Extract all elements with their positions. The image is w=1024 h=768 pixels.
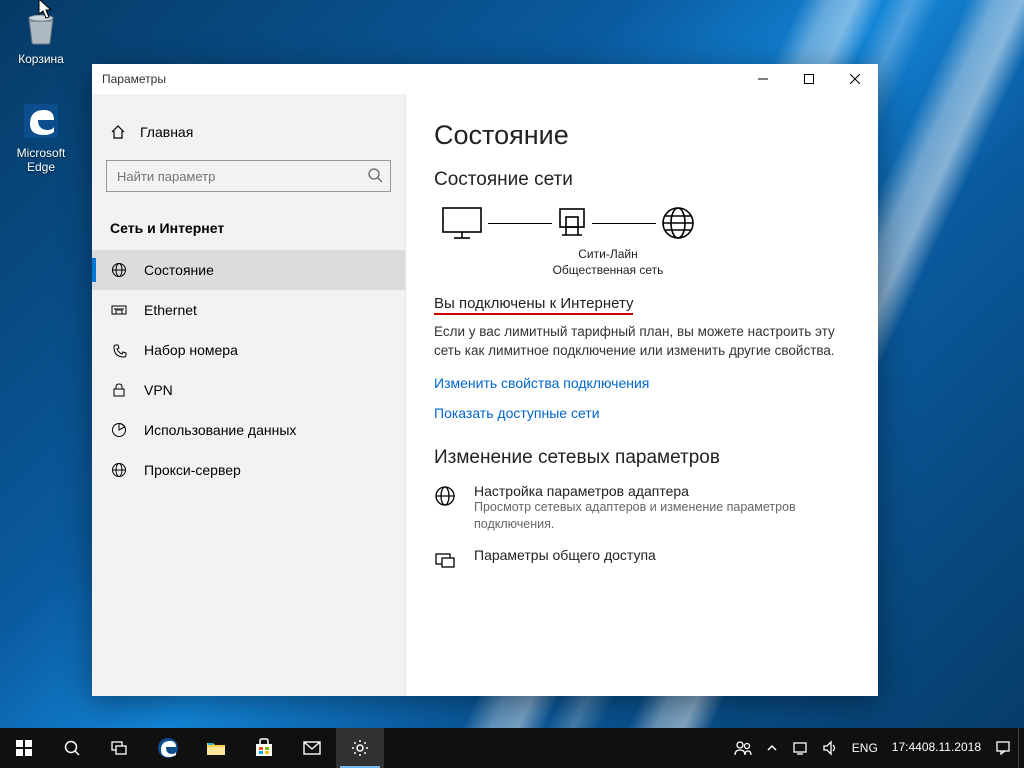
nav-item-proxy[interactable]: Прокси-сервер [92,450,405,490]
nav-label: Состояние [144,262,214,278]
tray-network-icon[interactable] [785,728,815,768]
edge-icon [20,100,62,142]
network-name: Сити-Лайн [548,247,668,261]
option-adapter-settings[interactable]: Настройка параметров адаптера Просмотр с… [434,483,850,533]
nav-label: Использование данных [144,422,296,438]
data-usage-icon [110,422,128,438]
globe-icon [110,262,128,278]
adapter-icon [434,483,460,533]
vpn-icon [110,382,128,398]
content-area: Состояние Состояние сети Сити-Лайн Общес… [406,94,878,696]
network-type: Общественная сеть [548,263,668,277]
task-view-button[interactable] [96,728,144,768]
nav-label: Прокси-сервер [144,462,241,478]
pc-icon [440,205,484,241]
taskbar-mail[interactable] [288,728,336,768]
proxy-icon [110,462,128,478]
taskbar-settings[interactable] [336,728,384,768]
cursor-icon [38,0,54,20]
minimize-button[interactable] [740,64,786,94]
close-button[interactable] [832,64,878,94]
network-diagram [440,205,794,241]
system-tray: ENG 17:44 08.11.2018 [727,728,1024,768]
nav-label: Набор номера [144,342,238,358]
taskbar: ENG 17:44 08.11.2018 [0,728,1024,768]
option-title: Параметры общего доступа [474,547,656,563]
taskbar-explorer[interactable] [192,728,240,768]
start-button[interactable] [0,728,48,768]
home-label: Главная [140,124,193,140]
clock-time: 17:44 [892,741,922,755]
nav-item-dialup[interactable]: Набор номера [92,330,405,370]
nav-item-status[interactable]: Состояние [92,250,405,290]
page-title: Состояние [434,120,850,151]
home-button[interactable]: Главная [92,114,405,150]
titlebar[interactable]: Параметры [92,64,878,94]
tray-people[interactable] [727,728,759,768]
option-sharing[interactable]: Параметры общего доступа [434,547,850,571]
sharing-icon [434,547,460,571]
tray-language[interactable]: ENG [845,728,885,768]
window-title: Параметры [102,72,166,86]
link-show-networks[interactable]: Показать доступные сети [434,405,850,421]
link-change-properties[interactable]: Изменить свойства подключения [434,375,850,391]
ethernet-icon [110,302,128,318]
show-desktop-button[interactable] [1018,728,1024,768]
nav-item-data-usage[interactable]: Использование данных [92,410,405,450]
connection-description: Если у вас лимитный тарифный план, вы мо… [434,323,850,361]
search-icon [367,167,383,183]
option-title: Настройка параметров адаптера [474,483,814,499]
taskbar-store[interactable] [240,728,288,768]
router-icon [556,205,588,241]
tray-chevron-up-icon[interactable] [759,728,785,768]
sidebar: Главная Сеть и Интернет Состояние Ethern… [92,94,406,696]
search-box[interactable] [106,160,391,192]
category-title: Сеть и Интернет [92,210,405,250]
settings-window: Параметры Главная Сеть и Интернет Состоя… [92,64,878,696]
desktop-icon-edge[interactable]: Microsoft Edge [4,100,78,174]
nav-item-ethernet[interactable]: Ethernet [92,290,405,330]
internet-icon [660,205,696,241]
nav-label: Ethernet [144,302,197,318]
search-input[interactable] [106,160,391,192]
tray-notifications-icon[interactable] [988,728,1018,768]
option-desc: Просмотр сетевых адаптеров и изменение п… [474,499,814,533]
desktop-icon-label: Корзина [4,52,78,66]
maximize-button[interactable] [786,64,832,94]
dialup-icon [110,342,128,358]
tray-volume-icon[interactable] [815,728,845,768]
clock-date: 08.11.2018 [922,741,981,755]
section-network-status: Состояние сети [434,169,850,191]
section-change-settings: Изменение сетевых параметров [434,447,850,469]
connection-status: Вы подключены к Интернету [434,295,633,315]
taskbar-edge[interactable] [144,728,192,768]
desktop-icon-label: Microsoft Edge [4,146,78,174]
nav-label: VPN [144,382,173,398]
home-icon [110,124,126,140]
search-button[interactable] [48,728,96,768]
tray-clock[interactable]: 17:44 08.11.2018 [885,728,988,768]
nav-item-vpn[interactable]: VPN [92,370,405,410]
